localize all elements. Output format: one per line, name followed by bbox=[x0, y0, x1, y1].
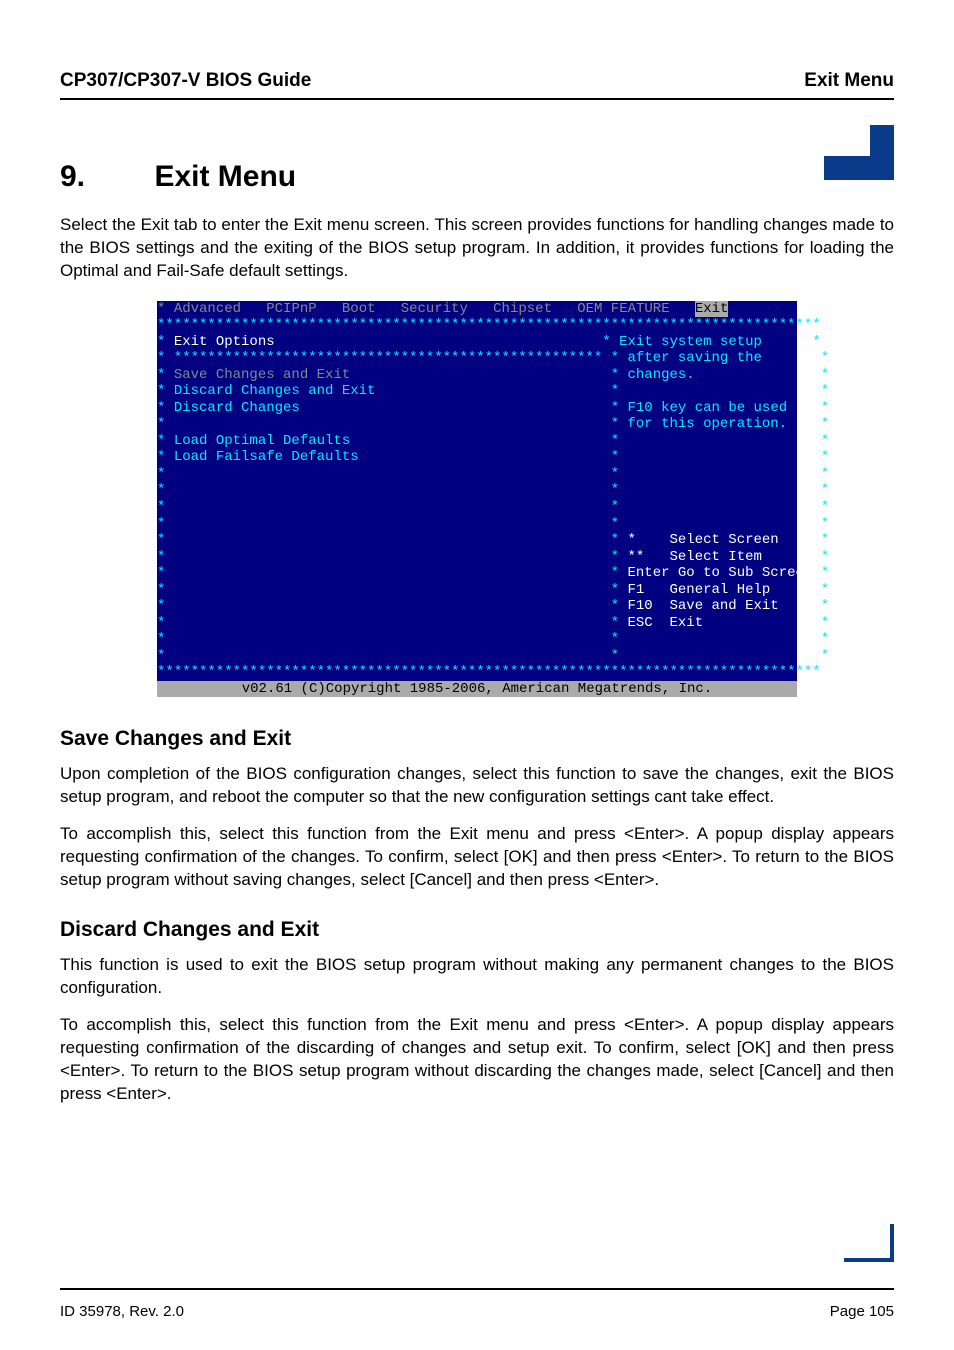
bios-item-save-changes-exit: Save Changes and Exit bbox=[174, 367, 350, 383]
bios-item-discard-changes: Discard Changes bbox=[174, 400, 300, 416]
bios-tab-bar: * Advanced PCIPnP Boot Security Chipset … bbox=[157, 301, 797, 318]
section-save-p2: To accomplish this, select this function… bbox=[60, 823, 894, 892]
bios-nav-esc: ESC Exit bbox=[627, 615, 703, 631]
section-save-title: Save Changes and Exit bbox=[60, 727, 894, 751]
section-discard-title: Discard Changes and Exit bbox=[60, 918, 894, 942]
bios-nav-enter: Enter Go to Sub Screen bbox=[627, 565, 812, 581]
bios-item-discard-changes-exit: Discard Changes and Exit bbox=[174, 383, 376, 399]
logo-corner-top bbox=[824, 125, 894, 180]
footer-rule bbox=[60, 1288, 894, 1290]
bios-screenshot: * Advanced PCIPnP Boot Security Chipset … bbox=[157, 301, 797, 697]
bios-nav-f10: F10 Save and Exit bbox=[627, 598, 778, 614]
logo-corner-bottom bbox=[844, 1224, 894, 1262]
bios-nav-select-screen: * Select Screen bbox=[627, 532, 778, 548]
header-left: CP307/CP307-V BIOS Guide bbox=[60, 70, 311, 92]
header-rule bbox=[60, 98, 894, 100]
chapter-title: Exit Menu bbox=[154, 160, 296, 193]
bios-nav-f1: F1 General Help bbox=[627, 582, 770, 598]
footer-page: Page 105 bbox=[830, 1303, 894, 1320]
chapter-number: 9. bbox=[60, 160, 150, 194]
bios-item-load-optimal: Load Optimal Defaults bbox=[174, 433, 350, 449]
bios-item-load-failsafe: Load Failsafe Defaults bbox=[174, 449, 359, 465]
bios-copyright: v02.61 (C)Copyright 1985-2006, American … bbox=[157, 681, 797, 698]
header-right: Exit Menu bbox=[804, 70, 894, 92]
bios-section-exit-options: Exit Options bbox=[174, 334, 275, 350]
section-discard-p2: To accomplish this, select this function… bbox=[60, 1014, 894, 1106]
section-discard-p1: This function is used to exit the BIOS s… bbox=[60, 954, 894, 1000]
footer-id: ID 35978, Rev. 2.0 bbox=[60, 1303, 184, 1320]
bios-border-bottom: ****************************************… bbox=[157, 664, 797, 681]
chapter-heading: 9. Exit Menu bbox=[60, 160, 894, 194]
bios-tab-exit-selected: Exit bbox=[695, 301, 729, 317]
section-save-p1: Upon completion of the BIOS configuratio… bbox=[60, 763, 894, 809]
bios-nav-select-item: ** Select Item bbox=[627, 549, 761, 565]
bios-border: ****************************************… bbox=[157, 317, 797, 334]
intro-paragraph: Select the Exit tab to enter the Exit me… bbox=[60, 214, 894, 283]
